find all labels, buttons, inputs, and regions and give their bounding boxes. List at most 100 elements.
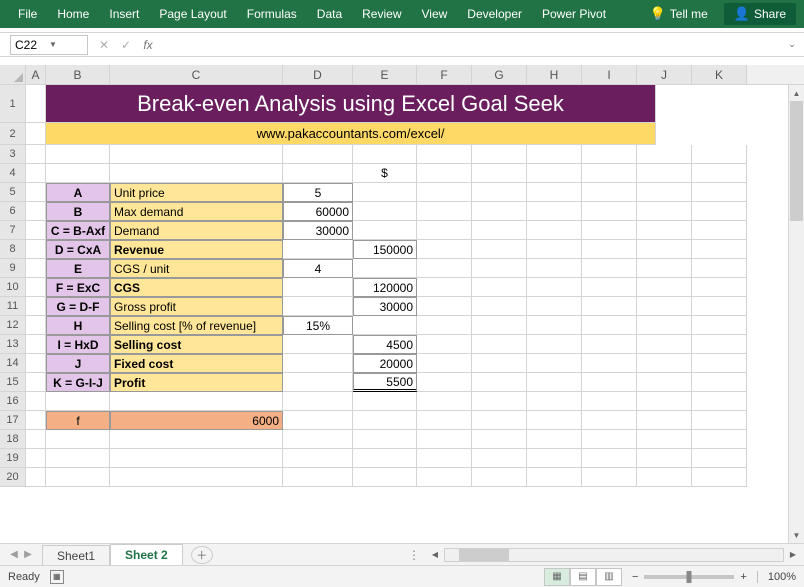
cell-I16[interactable]	[582, 392, 637, 411]
cell-B7[interactable]: C = B-Axf	[46, 221, 110, 240]
cell-F18[interactable]	[417, 430, 472, 449]
cell-C7[interactable]: Demand	[110, 221, 283, 240]
cell-F14[interactable]	[417, 354, 472, 373]
cell-B9[interactable]: E	[46, 259, 110, 278]
cell-J11[interactable]	[637, 297, 692, 316]
horizontal-scrollbar[interactable]	[444, 548, 784, 562]
cell-F11[interactable]	[417, 297, 472, 316]
cell-K14[interactable]	[692, 354, 747, 373]
cell-E16[interactable]	[353, 392, 417, 411]
cell-G3[interactable]	[472, 145, 527, 164]
row-header-1[interactable]: 1	[0, 85, 26, 123]
cell-A19[interactable]	[26, 449, 46, 468]
row-header-10[interactable]: 10	[0, 278, 26, 297]
cell-B19[interactable]	[46, 449, 110, 468]
cell-F12[interactable]	[417, 316, 472, 335]
cell-D13[interactable]	[283, 335, 353, 354]
cell-I13[interactable]	[582, 335, 637, 354]
cell-C4[interactable]	[110, 164, 283, 183]
cell-J19[interactable]	[637, 449, 692, 468]
tell-me-search[interactable]: 💡 Tell me	[640, 6, 718, 22]
cell-G4[interactable]	[472, 164, 527, 183]
cell-H8[interactable]	[527, 240, 582, 259]
cell-D6[interactable]: 60000	[283, 202, 353, 221]
cell-A5[interactable]	[26, 183, 46, 202]
cell-J15[interactable]	[637, 373, 692, 392]
cell-H11[interactable]	[527, 297, 582, 316]
cell-C6[interactable]: Max demand	[110, 202, 283, 221]
cell-E14[interactable]: 20000	[353, 354, 417, 373]
cell-A8[interactable]	[26, 240, 46, 259]
cell-I9[interactable]	[582, 259, 637, 278]
cell-I18[interactable]	[582, 430, 637, 449]
cell-D19[interactable]	[283, 449, 353, 468]
row-header-2[interactable]: 2	[0, 123, 26, 145]
cell-A6[interactable]	[26, 202, 46, 221]
row-header-15[interactable]: 15	[0, 373, 26, 392]
tab-formulas[interactable]: Formulas	[237, 0, 307, 28]
fx-icon[interactable]: fx	[138, 35, 158, 55]
cell-K17[interactable]	[692, 411, 747, 430]
cell-H12[interactable]	[527, 316, 582, 335]
cell-F16[interactable]	[417, 392, 472, 411]
cell-K9[interactable]	[692, 259, 747, 278]
cell-I8[interactable]	[582, 240, 637, 259]
cell-A10[interactable]	[26, 278, 46, 297]
name-box[interactable]: C22 ▼	[10, 35, 88, 55]
zoom-out-button[interactable]: −	[632, 571, 638, 583]
cell-F19[interactable]	[417, 449, 472, 468]
cell-J8[interactable]	[637, 240, 692, 259]
cell-D8[interactable]	[283, 240, 353, 259]
cell-A4[interactable]	[26, 164, 46, 183]
row-header-14[interactable]: 14	[0, 354, 26, 373]
cell-H6[interactable]	[527, 202, 582, 221]
scroll-track[interactable]	[789, 101, 804, 527]
cell-K18[interactable]	[692, 430, 747, 449]
cell-D17[interactable]	[283, 411, 353, 430]
cell-B18[interactable]	[46, 430, 110, 449]
cell-J7[interactable]	[637, 221, 692, 240]
cell-J16[interactable]	[637, 392, 692, 411]
cell-G16[interactable]	[472, 392, 527, 411]
row-header-20[interactable]: 20	[0, 468, 26, 487]
cell-A9[interactable]	[26, 259, 46, 278]
tab-data[interactable]: Data	[307, 0, 352, 28]
cell-F9[interactable]	[417, 259, 472, 278]
cell-E6[interactable]	[353, 202, 417, 221]
cell-G9[interactable]	[472, 259, 527, 278]
cell-K10[interactable]	[692, 278, 747, 297]
select-all-cell[interactable]	[0, 65, 26, 84]
scroll-thumb[interactable]	[790, 101, 803, 221]
cell-F8[interactable]	[417, 240, 472, 259]
cell-E20[interactable]	[353, 468, 417, 487]
cell-H10[interactable]	[527, 278, 582, 297]
cell-B8[interactable]: D = CxA	[46, 240, 110, 259]
cell-B14[interactable]: J	[46, 354, 110, 373]
cell-B12[interactable]: H	[46, 316, 110, 335]
cell-I14[interactable]	[582, 354, 637, 373]
row-header-12[interactable]: 12	[0, 316, 26, 335]
cell-K15[interactable]	[692, 373, 747, 392]
cancel-formula-icon[interactable]: ✕	[94, 35, 114, 55]
cell-D18[interactable]	[283, 430, 353, 449]
row-header-11[interactable]: 11	[0, 297, 26, 316]
cell-K5[interactable]	[692, 183, 747, 202]
cell-I17[interactable]	[582, 411, 637, 430]
cell-A3[interactable]	[26, 145, 46, 164]
cell-E15[interactable]: 5500	[353, 373, 417, 392]
cell-I7[interactable]	[582, 221, 637, 240]
cell-F7[interactable]	[417, 221, 472, 240]
tab-view[interactable]: View	[412, 0, 458, 28]
cell-G8[interactable]	[472, 240, 527, 259]
col-header-K[interactable]: K	[692, 65, 747, 84]
col-header-A[interactable]: A	[26, 65, 46, 84]
cell-B17[interactable]: f	[46, 411, 110, 430]
zoom-in-button[interactable]: +	[740, 571, 746, 583]
cell-G15[interactable]	[472, 373, 527, 392]
cell-I20[interactable]	[582, 468, 637, 487]
cell-F10[interactable]	[417, 278, 472, 297]
row-header-5[interactable]: 5	[0, 183, 26, 202]
tab-power-pivot[interactable]: Power Pivot	[532, 0, 616, 28]
sheet-nav-next-icon[interactable]: ▶	[22, 549, 34, 560]
cell-D7[interactable]: 30000	[283, 221, 353, 240]
